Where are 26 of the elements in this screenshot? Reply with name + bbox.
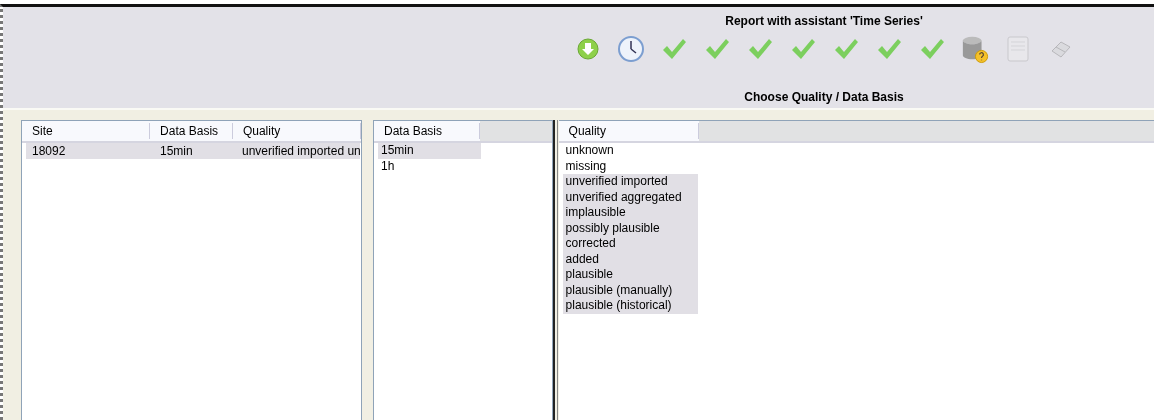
list-item[interactable]: plausible — [562, 267, 698, 283]
splitter[interactable] — [552, 120, 558, 420]
download-icon — [576, 38, 599, 60]
column-header[interactable]: Data Basis — [150, 123, 233, 139]
clock-icon — [617, 36, 644, 62]
list-item[interactable]: unverified imported — [562, 174, 698, 190]
table-cell-text: 15min — [159, 143, 194, 159]
wizard-title: Report with assistant 'Time Series' — [725, 14, 923, 28]
table-cell-text: unverified imported un — [241, 143, 360, 159]
table-cell-text: 18092 — [31, 143, 67, 159]
clock-button[interactable] — [616, 35, 645, 63]
list-item[interactable]: 1h — [378, 158, 481, 174]
document-icon — [1005, 36, 1030, 62]
column-header[interactable]: Quality — [558, 123, 699, 139]
list-item[interactable]: missing — [562, 158, 698, 174]
list-item[interactable]: unknown — [562, 143, 698, 159]
list-item[interactable]: plausible (historical) — [562, 298, 698, 314]
database-question-icon — [960, 34, 989, 64]
column-header[interactable]: Quality — [232, 123, 361, 139]
list-item[interactable]: 15min — [378, 143, 481, 159]
step-title: Choose Quality / Data Basis — [744, 90, 904, 104]
list-item[interactable]: corrected — [562, 236, 698, 252]
list-item[interactable]: implausible — [562, 205, 698, 221]
table-row[interactable]: 18092 15min unverified imported un — [26, 143, 360, 159]
database-button[interactable] — [960, 35, 989, 63]
column-header[interactable]: Site — [22, 123, 151, 139]
